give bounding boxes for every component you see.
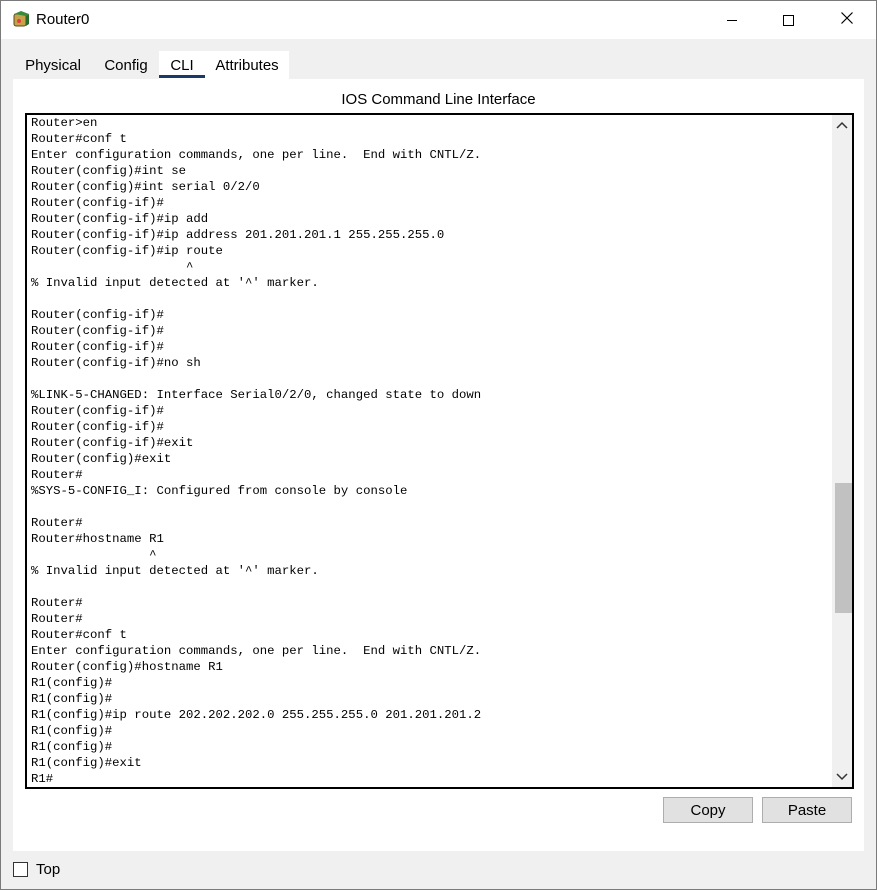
panel-title: IOS Command Line Interface [341,91,536,108]
terminal-line: Router(config)#int se [31,164,186,178]
minimize-icon [727,19,737,21]
copy-button[interactable]: Copy [663,797,753,823]
terminal-line: Router(config-if)#no sh [31,356,201,370]
terminal-output[interactable]: Router>en Router#conf t Enter configuratio… [31,115,831,787]
terminal-scrollbar[interactable] [832,115,852,787]
maximize-icon [782,14,794,26]
router-window: Router0 Physical Config CLI Attributes I… [0,0,877,890]
terminal-line: Router(config-if)#exit [31,436,194,450]
terminal-line: ^ [31,548,157,562]
terminal-line: Router(config-if)#ip add [31,212,209,226]
paste-button[interactable]: Paste [762,797,852,823]
chevron-down-icon [836,768,848,786]
tab-config-label: Config [104,56,148,74]
terminal-line: Router# [31,596,83,610]
scroll-up-button[interactable] [832,115,852,135]
scroll-thumb[interactable] [835,483,852,613]
terminal-line: %LINK-5-CHANGED: Interface Serial0/2/0, … [31,388,482,402]
terminal-line: Router(config)#exit [31,452,172,466]
terminal-line: R1(config)#ip route 202.202.202.0 255.25… [31,708,482,722]
terminal-line: Router# [31,612,83,626]
close-icon [841,11,853,29]
terminal-line: Router(config)#hostname R1 [31,660,223,674]
active-tab-indicator [159,75,205,78]
tab-config[interactable]: Config [95,51,157,79]
terminal-line: R1(config)#exit [31,756,142,770]
terminal-line: Router(config-if)# [31,308,164,322]
close-button[interactable] [818,1,876,39]
maximize-button[interactable] [759,1,817,39]
tab-cli[interactable]: CLI [159,51,205,79]
tab-attributes-label: Attributes [215,56,279,74]
terminal-line: Router(config-if)# [31,196,164,210]
tab-attributes[interactable]: Attributes [205,51,289,79]
title-bar[interactable]: Router0 [1,1,876,39]
terminal-line: R1(config)# [31,724,113,738]
top-checkbox-label: Top [36,860,61,878]
terminal-line: Router(config-if)# [31,340,164,354]
router-app-icon [11,10,31,30]
terminal-line: R1(config)# [31,692,113,706]
terminal-line: Router(config-if)# [31,404,164,418]
top-checkbox[interactable] [13,861,28,877]
terminal-line: Router(config-if)#ip route [31,244,223,258]
cli-panel: IOS Command Line Interface Router>en Rout… [13,79,864,851]
terminal-line: Router#conf t [31,132,127,146]
minimize-button[interactable] [703,1,761,39]
terminal-line: R1(config)# [31,676,113,690]
terminal-line: Router(config-if)#ip address 201.201.201… [31,228,445,242]
terminal-line: Router#hostname R1 [31,532,164,546]
footer: Top [13,857,60,881]
terminal-line: % Invalid input detected at '^' marker. [31,276,319,290]
terminal-line: Enter configuration commands, one per li… [31,148,482,162]
terminal-line: R1# [31,772,54,786]
chevron-up-icon [836,116,848,134]
terminal-line: % Invalid input detected at '^' marker. [31,564,319,578]
scroll-down-button[interactable] [832,767,852,787]
terminal-line: ^ [31,260,194,274]
terminal-line: Router>en [31,116,98,130]
terminal-line: Router# [31,468,83,482]
terminal-line: %SYS-5-CONFIG_I: Configured from console… [31,484,408,498]
window-title: Router0 [36,11,90,28]
terminal-line: R1(config)# [31,740,113,754]
terminal-line: Router(config)#int serial 0/2/0 [31,180,260,194]
tab-cli-label: CLI [170,56,194,74]
cli-terminal[interactable]: Router>en Router#conf t Enter configuratio… [25,113,854,789]
terminal-line: Router#conf t [31,628,127,642]
terminal-line: Router(config-if)# [31,324,164,338]
tab-physical-label: Physical [25,56,81,74]
terminal-line: Enter configuration commands, one per li… [31,644,482,658]
terminal-line: Router# [31,516,83,530]
terminal-line: Router(config-if)# [31,420,164,434]
tab-physical[interactable]: Physical [13,51,93,79]
